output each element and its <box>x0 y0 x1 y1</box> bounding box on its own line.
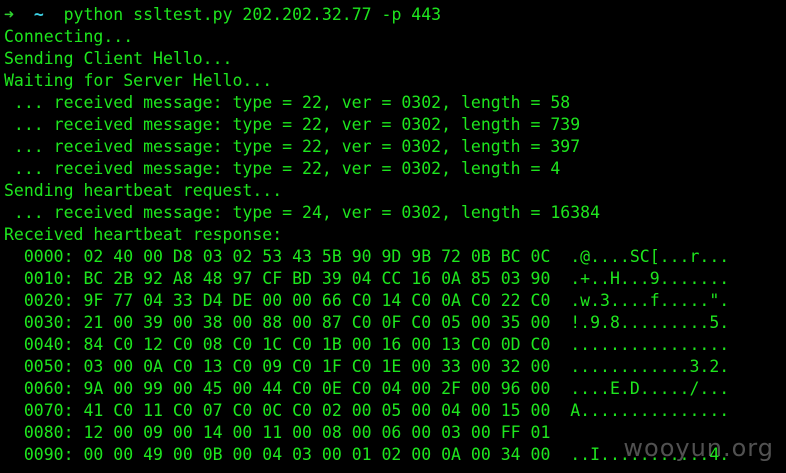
hexdump-offset: 0090: <box>23 445 74 464</box>
hexdump-row: 0000: 02 40 00 D8 03 02 53 43 5B 90 9D 9… <box>0 246 786 268</box>
output-line: ... received message: type = 22, ver = 0… <box>4 137 581 156</box>
hexdump-offset: 0080: <box>23 423 74 442</box>
hexdump-row: 0040: 84 C0 12 C0 08 C0 1C C0 1B 00 16 0… <box>0 334 786 356</box>
hexdump-ascii: ....E.D...../... <box>570 379 730 398</box>
hexdump-bytes: 02 40 00 D8 03 02 53 43 5B 90 9D 9B 72 0… <box>83 247 551 266</box>
hexdump-bytes: 9F 77 04 33 D4 DE 00 00 66 C0 14 C0 0A C… <box>83 291 551 310</box>
hexdump-ascii: .w.3....f.....". <box>570 291 730 310</box>
hexdump-row: 0070: 41 C0 11 C0 07 C0 0C C0 02 00 05 0… <box>0 400 786 422</box>
hexdump-row: 0010: BC 2B 92 A8 48 97 CF BD 39 04 CC 1… <box>0 268 786 290</box>
hexdump-row: 0060: 9A 00 99 00 45 00 44 C0 0E C0 04 0… <box>0 378 786 400</box>
hexdump-ascii: !.9.8.........5. <box>570 313 730 332</box>
hexdump-ascii: A............... <box>570 401 730 420</box>
prompt-arrow-icon: ➜ <box>4 5 14 24</box>
prompt-directory: ~ <box>33 5 44 24</box>
terminal-window[interactable]: ➜ ~ python ssltest.py 202.202.32.77 -p 4… <box>0 0 786 473</box>
watermark-logo: wooyun.org <box>623 434 774 462</box>
hexdump-bytes: 21 00 39 00 38 00 88 00 87 C0 0F C0 05 0… <box>83 313 551 332</box>
output-line: Received heartbeat response: <box>4 225 283 244</box>
output-line: Sending Client Hello... <box>4 49 233 68</box>
hexdump-offset: 0050: <box>23 357 74 376</box>
hexdump-offset: 0000: <box>23 247 74 266</box>
hexdump-ascii: ................ <box>570 335 730 354</box>
hexdump-bytes: 41 C0 11 C0 07 C0 0C C0 02 00 05 00 04 0… <box>83 401 551 420</box>
hexdump-row: 0020: 9F 77 04 33 D4 DE 00 00 66 C0 14 C… <box>0 290 786 312</box>
hexdump-offset: 0040: <box>23 335 74 354</box>
output-line: ... received message: type = 24, ver = 0… <box>4 203 601 222</box>
hexdump-offset: 0010: <box>23 269 74 288</box>
hexdump-bytes: 03 00 0A C0 13 C0 09 C0 1F C0 1E 00 33 0… <box>83 357 551 376</box>
command-text: python ssltest.py 202.202.32.77 -p 443 <box>63 5 442 24</box>
hexdump-row: 0030: 21 00 39 00 38 00 88 00 87 C0 0F C… <box>0 312 786 334</box>
hexdump-bytes: BC 2B 92 A8 48 97 CF BD 39 04 CC 16 0A 8… <box>83 269 551 288</box>
output-line: ... received message: type = 22, ver = 0… <box>4 159 561 178</box>
output-line: ... received message: type = 22, ver = 0… <box>4 115 581 134</box>
output-line: ... received message: type = 22, ver = 0… <box>4 93 571 112</box>
prompt-line: ➜ ~ python ssltest.py 202.202.32.77 -p 4… <box>0 4 786 26</box>
hexdump-ascii: .+..H...9....... <box>570 269 730 288</box>
output-line: Waiting for Server Hello... <box>4 71 273 90</box>
hexdump-offset: 0020: <box>23 291 74 310</box>
hexdump-offset: 0070: <box>23 401 74 420</box>
output-line: Sending heartbeat request... <box>4 181 283 200</box>
output-line: Connecting... <box>4 27 134 46</box>
hexdump-row: 0050: 03 00 0A C0 13 C0 09 C0 1F C0 1E 0… <box>0 356 786 378</box>
hexdump-bytes: 84 C0 12 C0 08 C0 1C C0 1B 00 16 00 13 C… <box>83 335 551 354</box>
hexdump-bytes: 00 00 49 00 0B 00 04 03 00 01 02 00 0A 0… <box>83 445 551 464</box>
hexdump-bytes: 9A 00 99 00 45 00 44 C0 0E C0 04 00 2F 0… <box>83 379 551 398</box>
hexdump-offset: 0030: <box>23 313 74 332</box>
hexdump-offset: 0060: <box>23 379 74 398</box>
hexdump-ascii: ............3.2. <box>570 357 730 376</box>
hexdump-ascii: .@....SC[...r... <box>570 247 730 266</box>
hexdump-bytes: 12 00 09 00 14 00 11 00 08 00 06 00 03 0… <box>83 423 551 442</box>
